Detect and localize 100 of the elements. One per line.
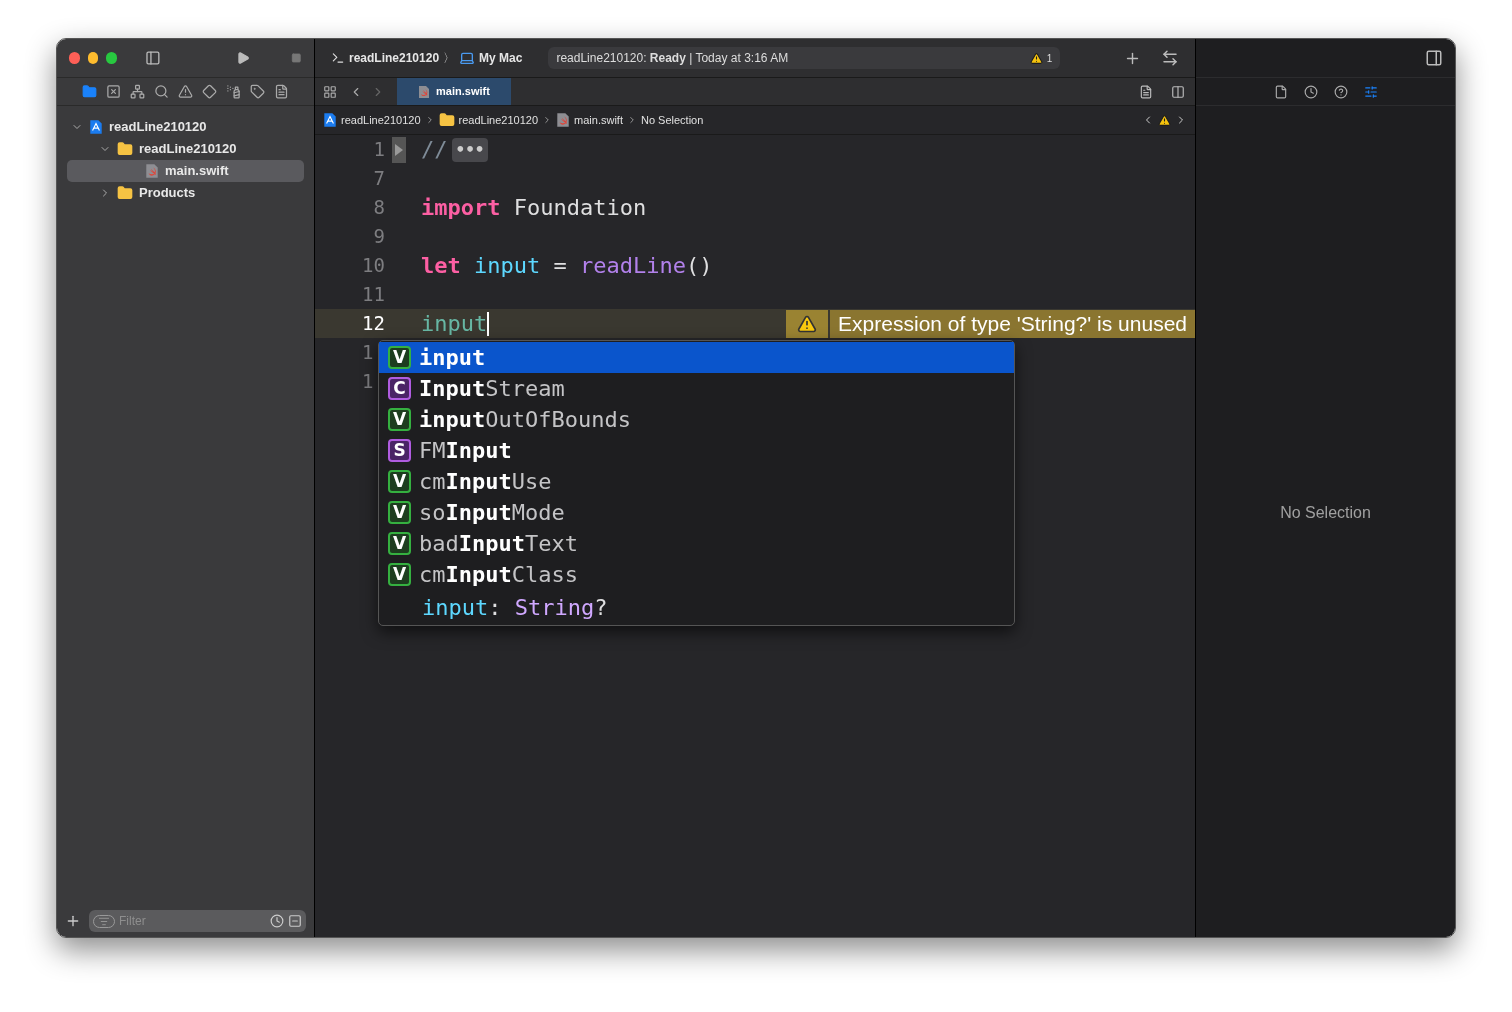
terminal-icon <box>331 51 345 65</box>
line-number: 7 <box>373 166 385 192</box>
line-number: 10 <box>362 253 385 279</box>
code-token: : <box>488 593 503 622</box>
completion-item[interactable]: V inputOutOfBounds <box>379 404 1014 435</box>
symbol-kind-badge: V <box>388 501 411 524</box>
symbol-kind-badge: C <box>388 377 411 400</box>
code-token: input <box>474 252 541 280</box>
document-icon[interactable] <box>274 84 289 99</box>
completion-text: cmInputClass <box>419 561 578 589</box>
line-number: 11 <box>362 282 385 308</box>
line-number: 12 <box>362 311 385 337</box>
path-item[interactable]: readLine210120 <box>341 111 421 129</box>
symbol-kind-badge: S <box>388 439 411 462</box>
symbol-kind-badge: V <box>388 470 411 493</box>
symbol-kind-badge: V <box>388 346 411 369</box>
code-token: ? <box>594 593 608 622</box>
code-token: () <box>685 252 713 280</box>
warning-icon[interactable] <box>178 84 193 99</box>
text-cursor <box>487 311 490 336</box>
completion-item[interactable]: V soInputMode <box>379 497 1014 528</box>
close-window-button[interactable] <box>69 52 80 64</box>
completion-item[interactable]: S FMInput <box>379 435 1014 466</box>
help-icon[interactable] <box>1333 84 1348 99</box>
warning-count[interactable]: 1 <box>1046 50 1053 66</box>
path-item[interactable]: No Selection <box>640 111 704 129</box>
completion-item[interactable]: V cmInputUse <box>379 466 1014 497</box>
hierarchy-icon[interactable] <box>130 84 145 99</box>
line-number: 1 <box>362 369 375 395</box>
path-item[interactable]: readLine210120 <box>458 111 539 129</box>
line-number: 1 <box>362 340 375 366</box>
swift-file-icon <box>145 163 159 179</box>
tree-item[interactable]: readLine210120 <box>67 138 304 160</box>
minimize-window-button[interactable] <box>87 52 99 64</box>
build-status: readLine210120: Ready | Today at 3:16 AM <box>556 50 790 67</box>
symbol-kind-badge: V <box>388 532 411 555</box>
tree-item[interactable]: main.swift <box>67 160 304 182</box>
code-token: Foundation <box>512 194 647 222</box>
swap-icon[interactable] <box>1161 49 1179 67</box>
folder-icon <box>117 141 133 157</box>
completion-text: input <box>419 344 486 372</box>
completion-item[interactable]: V cmInputClass <box>379 559 1014 590</box>
project-icon <box>323 112 337 128</box>
folder-icon[interactable] <box>82 84 97 99</box>
line-number: 8 <box>373 195 385 221</box>
warning-icon[interactable] <box>1158 113 1171 127</box>
symbol-kind-badge: V <box>388 563 411 586</box>
line-number: 9 <box>373 224 385 250</box>
zoom-window-button[interactable] <box>106 52 117 64</box>
inspector-toggle-icon[interactable] <box>1425 49 1443 67</box>
tag-icon[interactable] <box>250 84 265 99</box>
code-token: = <box>552 252 568 280</box>
diamond-icon[interactable] <box>202 84 217 99</box>
grid-icon[interactable] <box>323 84 337 99</box>
tree-item[interactable]: Products <box>67 182 304 204</box>
scheme-target[interactable]: readLine210120 <box>349 49 440 67</box>
editor-tab[interactable]: main.swift <box>397 78 511 105</box>
code-token: input <box>422 593 489 622</box>
spray-can-icon[interactable] <box>226 84 241 99</box>
sidebar-toggle-icon[interactable] <box>144 49 161 67</box>
code-token: String <box>514 593 595 622</box>
no-selection-label: No Selection <box>1280 502 1371 523</box>
warning-icon[interactable] <box>1029 51 1043 65</box>
scheme-separator: 〉 <box>443 50 456 67</box>
folder-icon <box>117 185 133 201</box>
warning-icon <box>797 313 818 334</box>
run-icon[interactable] <box>236 50 251 66</box>
swift-file-icon <box>556 112 571 128</box>
stop-icon[interactable] <box>291 52 302 64</box>
path-item[interactable]: main.swift <box>574 111 623 129</box>
completion-text: cmInputUse <box>419 468 552 496</box>
sliders-icon[interactable] <box>1363 84 1378 99</box>
tree-item[interactable]: readLine210120 <box>67 116 304 138</box>
code-token: input <box>421 310 488 338</box>
code-token: // <box>421 136 448 164</box>
code-token: import <box>421 194 501 222</box>
completion-text: inputOutOfBounds <box>419 406 631 434</box>
clock-icon[interactable] <box>1303 84 1318 99</box>
completion-text: soInputMode <box>419 499 565 527</box>
line-number: 1 <box>373 137 385 163</box>
add-icon[interactable] <box>65 913 81 929</box>
swift-file-icon <box>418 84 431 99</box>
completion-item[interactable]: V badInputText <box>379 528 1014 559</box>
file-icon[interactable] <box>1273 84 1288 99</box>
search-icon[interactable] <box>154 84 169 99</box>
completion-text: FMInput <box>419 437 512 465</box>
project-icon <box>89 119 103 135</box>
completion-item[interactable]: C InputStream <box>379 373 1014 404</box>
code-token: let <box>421 252 462 280</box>
folded-code-bubble[interactable]: ••• <box>451 137 489 162</box>
completion-item[interactable]: V input <box>379 342 1014 373</box>
scheme-device[interactable]: My Mac <box>479 49 523 67</box>
laptop-icon <box>459 50 476 66</box>
completion-text: InputStream <box>419 375 565 403</box>
x-box-icon[interactable] <box>106 84 121 99</box>
fold-icon[interactable] <box>392 136 406 163</box>
symbol-kind-badge: V <box>388 408 411 431</box>
clock-icon[interactable] <box>270 914 284 928</box>
folder-icon <box>438 112 455 128</box>
completion-text: badInputText <box>419 530 578 558</box>
